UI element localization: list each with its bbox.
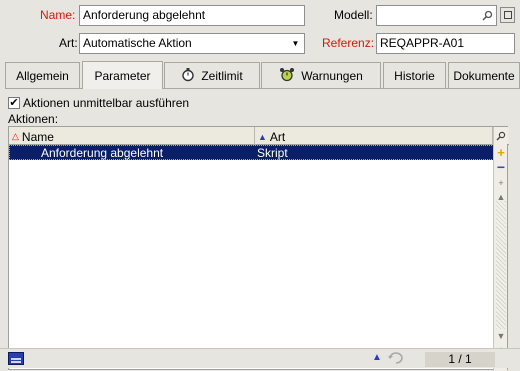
art-select[interactable]: Automatische Aktion ▼	[79, 33, 305, 54]
scrollbar-track[interactable]	[496, 201, 506, 329]
tab-bar: Allgemein Parameter Zeitlimit Warnungen …	[5, 61, 520, 89]
execute-immediately-checkbox[interactable]: ✔	[8, 97, 20, 109]
tab-warnungen[interactable]: Warnungen	[261, 62, 381, 88]
chevron-down-icon[interactable]: ▼	[288, 35, 303, 52]
table-side-toolbar: + − + ▲ ▼ +	[493, 127, 507, 371]
sort-triangle-icon: △	[12, 131, 19, 141]
table-cell-art: Skript	[257, 146, 288, 160]
search-icon[interactable]	[481, 8, 494, 22]
refresh-icon[interactable]	[387, 351, 405, 365]
add-icon[interactable]: +	[495, 145, 507, 160]
tab-zeitlimit[interactable]: Zeitlimit	[164, 62, 260, 88]
tab-parameter[interactable]: Parameter	[82, 61, 163, 89]
art-select-value: Automatische Aktion	[83, 36, 192, 50]
tab-allgemein[interactable]: Allgemein	[5, 62, 80, 88]
record-counter: 1 / 1	[425, 352, 495, 367]
tab-historie[interactable]: Historie	[383, 62, 446, 88]
art-label: Art:	[59, 36, 78, 50]
actions-table: △ Name ▲ Art Anforderung abgelehnt Skrip…	[8, 126, 509, 371]
stopwatch-icon	[181, 67, 195, 85]
details-icon	[503, 11, 512, 19]
sort-ascending-icon: ▲	[258, 131, 267, 142]
table-header: △ Name ▲ Art	[9, 127, 509, 145]
sort-indicator-icon: ▲	[372, 352, 382, 363]
modell-input[interactable]	[376, 5, 497, 26]
column-header-name[interactable]: △ Name	[9, 127, 255, 145]
execute-immediately-option[interactable]: ✔ Aktionen unmittelbar ausführen	[8, 96, 189, 110]
search-icon[interactable]	[495, 130, 507, 142]
scroll-down-icon[interactable]: ▼	[495, 330, 507, 342]
referenz-label: Referenz:	[322, 36, 375, 50]
remove-icon[interactable]: −	[495, 159, 507, 175]
table-config-icon[interactable]	[8, 352, 24, 365]
expand-icon[interactable]: +	[495, 177, 507, 189]
table-cell-name: Anforderung abgelehnt	[41, 146, 164, 160]
table-row[interactable]: Anforderung abgelehnt Skript	[9, 145, 506, 160]
modell-label: Modell:	[334, 8, 373, 22]
name-input[interactable]: Anforderung abgelehnt	[79, 5, 305, 26]
name-label: Name:	[40, 8, 76, 22]
status-bar: ▲ 1 / 1	[0, 348, 520, 368]
actions-label: Aktionen:	[8, 112, 59, 126]
column-header-art[interactable]: ▲ Art	[255, 127, 493, 145]
tab-dokumente[interactable]: Dokumente	[448, 62, 520, 88]
details-button[interactable]	[500, 7, 515, 23]
alarm-clock-icon	[279, 67, 295, 85]
referenz-input[interactable]: REQAPPR-A01	[376, 33, 515, 54]
execute-immediately-label: Aktionen unmittelbar ausführen	[23, 96, 190, 110]
